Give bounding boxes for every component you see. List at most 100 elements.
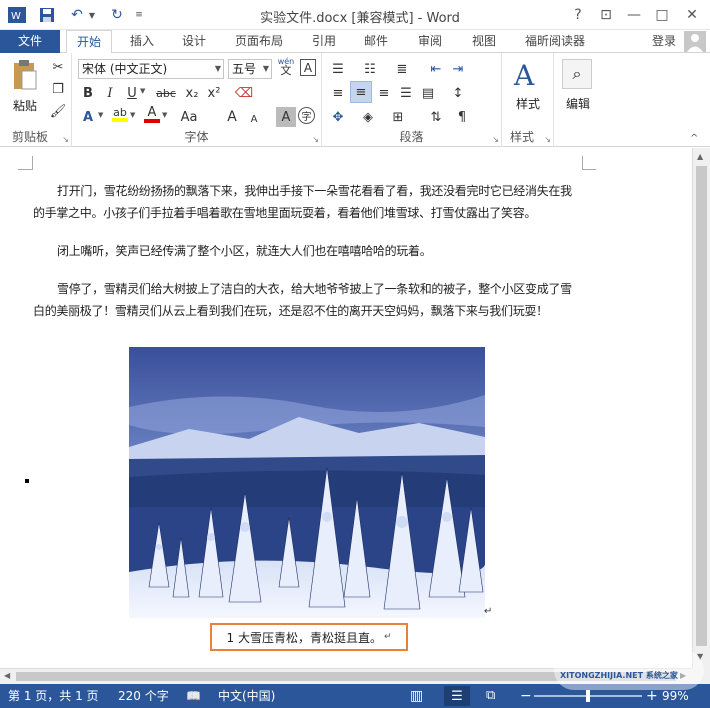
zoom-level[interactable]: 99% [662, 684, 689, 708]
print-layout-button[interactable]: ☰ [444, 686, 470, 706]
chevron-down-icon[interactable]: ▼ [130, 111, 135, 119]
shrink-font-button[interactable]: A [244, 109, 264, 129]
format-painter-icon[interactable]: 🖌 [48, 101, 68, 121]
font-size-combo[interactable]: 五号 ▼ [228, 59, 272, 79]
tab-design[interactable]: 设计 [176, 30, 212, 53]
align-right-icon[interactable]: ≡ [374, 83, 394, 103]
word-count[interactable]: 220 个字 [118, 684, 169, 708]
show-marks-icon[interactable]: ¶ [452, 107, 472, 127]
snow-pine-image[interactable] [129, 347, 485, 618]
styles-button[interactable]: A 样式 [508, 59, 548, 115]
numbering-icon[interactable]: ☷ [360, 59, 380, 79]
language-indicator[interactable]: 中文(中国) [218, 684, 275, 708]
zoom-slider-thumb[interactable] [586, 690, 590, 702]
avatar[interactable] [684, 31, 706, 52]
editing-button[interactable]: ⌕ 编辑 [556, 59, 600, 119]
scroll-right-arrow-icon[interactable]: ▶ [680, 671, 686, 680]
chinese-layout-icon[interactable]: ✥ [328, 107, 348, 127]
shading-icon[interactable]: ◈ [358, 107, 378, 127]
tab-mailings[interactable]: 邮件 [358, 30, 394, 53]
justify-icon[interactable]: ☰ [396, 83, 416, 103]
chevron-down-icon[interactable]: ▼ [140, 87, 145, 95]
multilevel-list-icon[interactable]: ≣ [392, 59, 412, 79]
font-name-combo[interactable]: 宋体 (中文正文) ▼ [78, 59, 224, 79]
character-shading-icon[interactable]: A [276, 107, 296, 127]
tab-insert[interactable]: 插入 [124, 30, 160, 53]
text-effects-icon[interactable]: A [78, 107, 98, 127]
character-border-icon[interactable]: A [300, 59, 316, 76]
customize-qat-icon[interactable]: ≡ [132, 4, 146, 26]
strikethrough-button[interactable]: abc [152, 83, 180, 103]
web-layout-icon[interactable]: ⧉ [486, 684, 495, 708]
enclose-characters-icon[interactable]: 字 [298, 107, 315, 124]
zoom-out-icon[interactable]: − [520, 684, 532, 708]
collapse-ribbon-icon[interactable]: ^ [690, 133, 698, 144]
bold-button[interactable]: B [78, 83, 98, 103]
redo-icon[interactable]: ↻ [106, 4, 128, 26]
scroll-up-arrow-icon[interactable]: ▲ [697, 152, 703, 161]
font-launcher-icon[interactable]: ↘ [312, 135, 319, 144]
align-left-icon[interactable]: ≡ [328, 83, 348, 103]
styles-group: A 样式 样式 ↘ [502, 53, 554, 147]
font-color-icon[interactable]: A [142, 105, 162, 125]
vertical-scrollbar[interactable]: ▲ ▼ [692, 148, 710, 668]
distributed-icon[interactable]: ▤ [418, 83, 438, 103]
save-icon[interactable] [36, 4, 58, 26]
sort-icon[interactable]: ⇅ [426, 107, 446, 127]
page-corner-mark [582, 156, 583, 170]
subscript-button[interactable]: x₂ [182, 83, 202, 103]
tab-references[interactable]: 引用 [306, 30, 342, 53]
italic-button[interactable]: I [100, 83, 120, 103]
paragraph-3: 雪停了，雪精灵们给大树披上了洁白的大衣，给大地爷爷披上了一条软和的被子，整个小区… [33, 278, 583, 322]
minimize-button[interactable]: — [620, 3, 648, 27]
tab-home[interactable]: 开始 [66, 30, 112, 54]
styles-launcher-icon[interactable]: ↘ [544, 135, 551, 144]
increase-indent-icon[interactable]: ⇥ [448, 59, 468, 79]
read-mode-icon[interactable]: ▥ [410, 684, 423, 708]
help-button[interactable]: ? [564, 3, 592, 27]
font-group-label: 字体 [184, 130, 209, 144]
maximize-button[interactable]: □ [648, 3, 676, 27]
borders-icon[interactable]: ⊞ [388, 107, 408, 127]
horizontal-scrollbar[interactable]: ◀ ▶ [0, 668, 692, 684]
clear-formatting-icon[interactable]: ⌫ [234, 83, 254, 103]
vertical-scroll-thumb[interactable] [696, 166, 707, 646]
undo-icon[interactable]: ↶ [66, 4, 88, 26]
paste-button[interactable]: 粘贴 [8, 59, 42, 117]
chevron-down-icon[interactable]: ▼ [98, 111, 103, 119]
image-caption[interactable]: 1 大雪压青松，青松挺且直。 ↵ [210, 623, 408, 651]
undo-dropdown-icon[interactable]: ▼ [86, 4, 98, 26]
scroll-down-arrow-icon[interactable]: ▼ [697, 652, 703, 661]
underline-button[interactable]: U [122, 83, 142, 103]
login-link[interactable]: 登录 [648, 30, 680, 53]
horizontal-scroll-thumb[interactable] [16, 672, 676, 681]
document-area[interactable]: 打开门，雪花纷纷扬扬的飘落下来，我伸出手接下一朵雪花看看了看，我还没看完时它已经… [0, 148, 692, 668]
chevron-down-icon[interactable]: ▼ [162, 111, 167, 119]
copy-icon[interactable]: ❐ [48, 79, 68, 99]
tab-view[interactable]: 视图 [466, 30, 502, 53]
ribbon-display-options-button[interactable]: ⊡ [592, 3, 620, 27]
binoculars-icon: ⌕ [562, 59, 592, 89]
center-align-icon[interactable]: ≡ [350, 81, 372, 103]
tab-review[interactable]: 审阅 [412, 30, 448, 53]
tab-page-layout[interactable]: 页面布局 [228, 30, 290, 53]
line-spacing-icon[interactable]: ↕ [448, 83, 468, 103]
tab-foxit-reader[interactable]: 福昕阅读器 [518, 30, 592, 53]
superscript-button[interactable]: x² [204, 83, 224, 103]
tab-file[interactable]: 文件 [0, 30, 60, 53]
phonetic-guide-button[interactable]: wén 文 [276, 57, 296, 79]
page-count[interactable]: 第 1 页，共 1 页 [8, 684, 99, 708]
clipboard-launcher-icon[interactable]: ↘ [62, 135, 69, 144]
paragraph-launcher-icon[interactable]: ↘ [492, 135, 499, 144]
paragraph-2: 闭上嘴听，笑声已经传满了整个小区，就连大人们也在嘻嘻哈哈的玩着。 [57, 244, 432, 258]
scroll-left-arrow-icon[interactable]: ◀ [4, 671, 10, 680]
proofing-icon[interactable]: 📖 [186, 684, 201, 708]
decrease-indent-icon[interactable]: ⇤ [426, 59, 446, 79]
cut-icon[interactable]: ✂ [48, 57, 68, 77]
bullets-icon[interactable]: ☰ [328, 59, 348, 79]
close-button[interactable]: ✕ [678, 3, 706, 27]
grow-font-button[interactable]: A [222, 107, 242, 127]
zoom-in-icon[interactable]: + [646, 684, 658, 708]
change-case-button[interactable]: Aa [176, 107, 202, 127]
highlight-color-icon[interactable]: ab [110, 105, 130, 125]
